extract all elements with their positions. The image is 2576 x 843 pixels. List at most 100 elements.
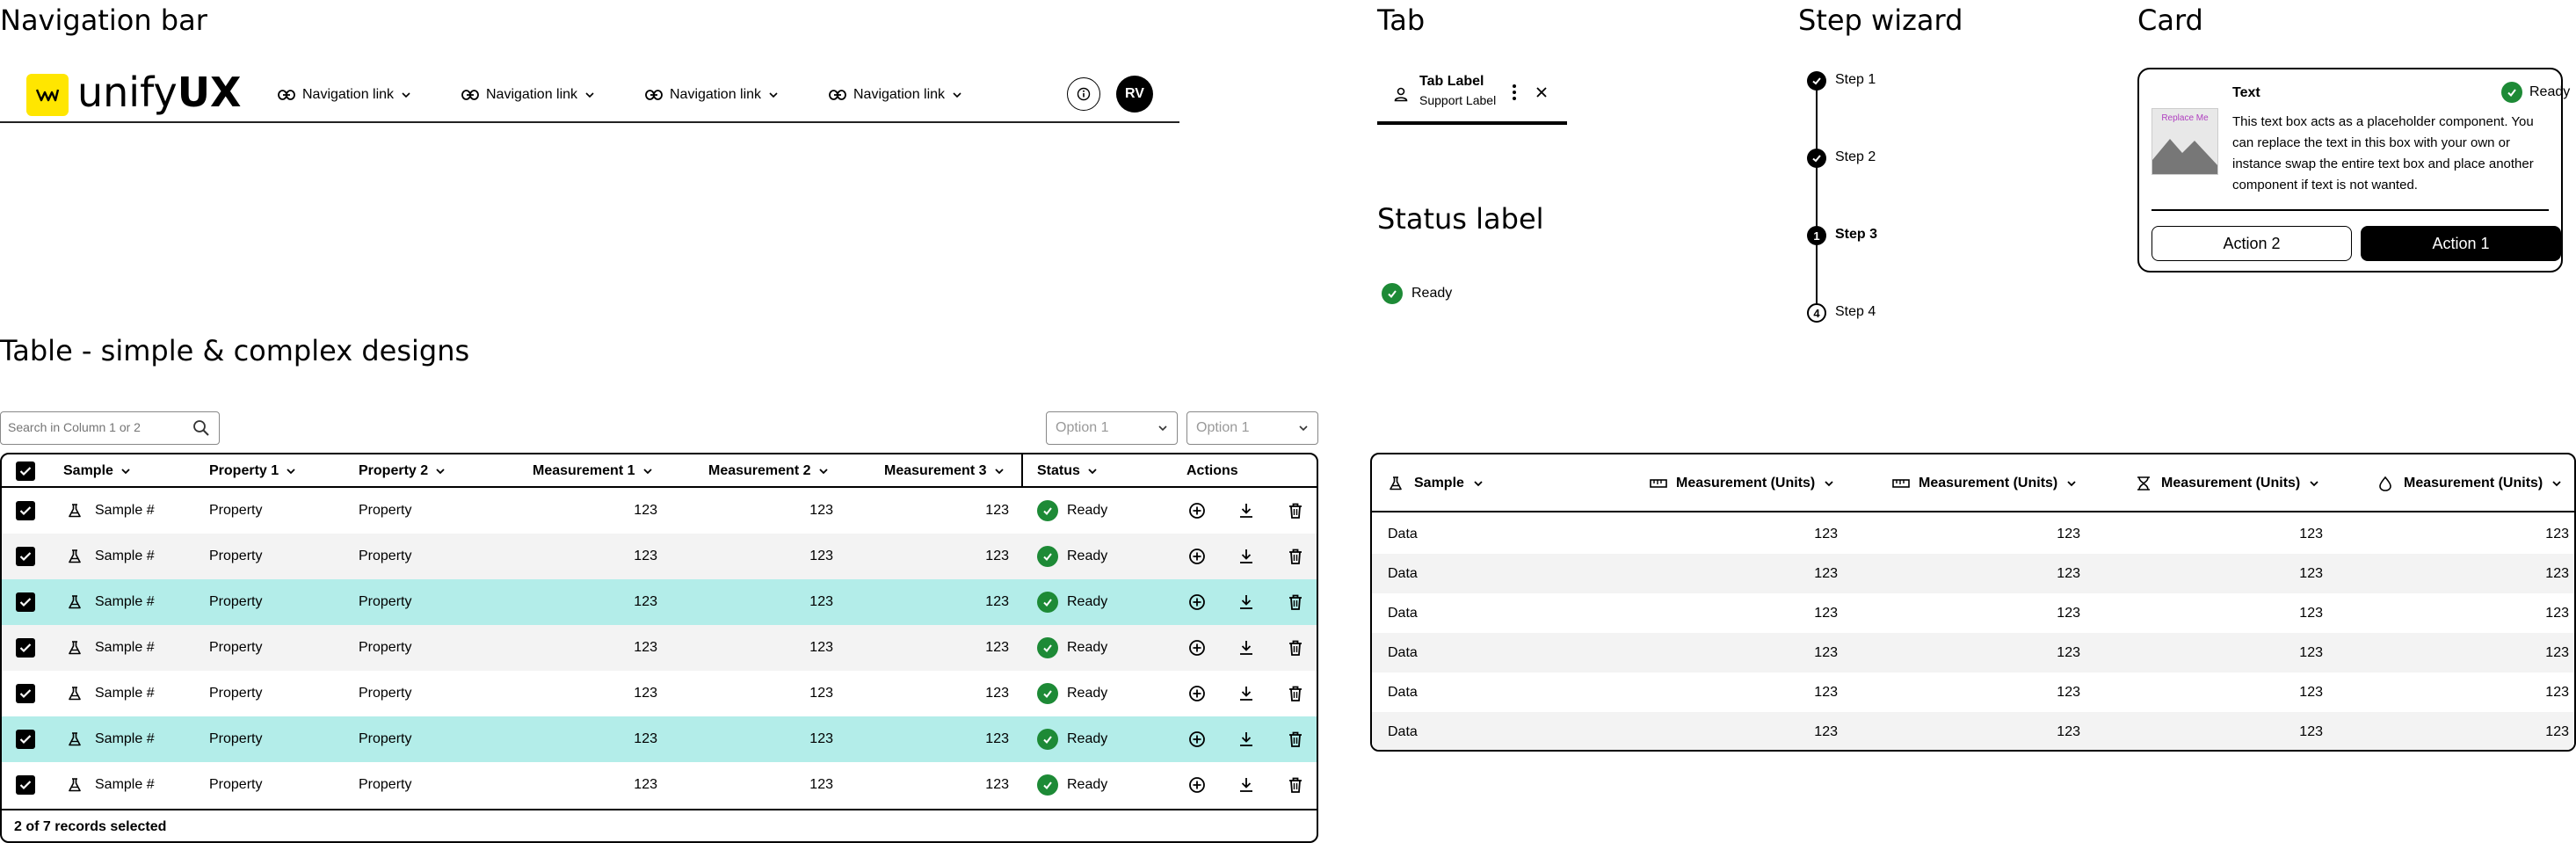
delete-button[interactable] xyxy=(1287,716,1304,762)
column-header-measurement-1[interactable]: Measurement (Units) xyxy=(1650,454,1834,512)
step-1-label[interactable]: Step 1 xyxy=(1835,72,1876,88)
table-row[interactable]: Sample # Property Property 123 123 123 Ready xyxy=(2,579,1317,625)
info-button[interactable] xyxy=(1067,77,1100,111)
row-checkbox[interactable] xyxy=(16,534,35,579)
delete-button[interactable] xyxy=(1287,534,1304,579)
column-header-measurement-3[interactable]: Measurement 3 xyxy=(884,454,1005,488)
row-checkbox[interactable] xyxy=(16,579,35,625)
table-row[interactable]: Data 123 123 123 123 xyxy=(1372,593,2574,633)
check-circle-icon xyxy=(1382,283,1403,304)
add-button[interactable] xyxy=(1188,625,1206,671)
filter-select-2[interactable]: Option 1 xyxy=(1186,411,1318,445)
row-checkbox[interactable] xyxy=(16,671,35,716)
download-button[interactable] xyxy=(1237,625,1255,671)
checkbox-checked-icon xyxy=(16,501,35,520)
table-row[interactable]: Sample # Property Property 123 123 123 Ready xyxy=(2,671,1317,716)
status-cell: Ready xyxy=(1037,625,1107,671)
nav-link-1[interactable]: Navigation link xyxy=(278,84,411,105)
search-icon[interactable] xyxy=(192,419,210,437)
checkbox-checked-icon xyxy=(16,638,35,658)
check-icon xyxy=(19,506,32,516)
step-2-label[interactable]: Step 2 xyxy=(1835,149,1876,165)
select-all-checkbox[interactable] xyxy=(16,454,35,488)
link-icon xyxy=(829,90,846,100)
row-checkbox[interactable] xyxy=(16,762,35,808)
tab-item[interactable]: Tab Label Support Label xyxy=(1377,69,1567,125)
logo-wordmark[interactable]: unifyUX xyxy=(77,69,242,116)
add-button[interactable] xyxy=(1188,488,1206,534)
download-button[interactable] xyxy=(1237,579,1255,625)
step-2-check-icon[interactable] xyxy=(1807,149,1826,168)
download-button[interactable] xyxy=(1237,488,1255,534)
delete-button[interactable] xyxy=(1287,625,1304,671)
user-avatar[interactable]: RV xyxy=(1116,76,1153,113)
table-row[interactable]: Data 123 123 123 123 xyxy=(1372,633,2574,672)
search-input[interactable] xyxy=(6,419,185,435)
step-4-indicator[interactable]: 4 xyxy=(1807,303,1826,323)
column-header-sample[interactable]: Sample xyxy=(63,454,131,488)
action-1-button[interactable]: Action 1 xyxy=(2361,226,2561,261)
delete-button[interactable] xyxy=(1287,579,1304,625)
download-button[interactable] xyxy=(1237,671,1255,716)
trash-icon xyxy=(1289,777,1302,793)
check-circle-icon xyxy=(1037,729,1058,750)
delete-button[interactable] xyxy=(1287,762,1304,808)
delete-button[interactable] xyxy=(1287,671,1304,716)
drop-icon xyxy=(2379,476,2391,491)
column-header-measurement-4[interactable]: Measurement (Units) xyxy=(2377,454,2562,512)
table-row[interactable]: Data 123 123 123 123 xyxy=(1372,554,2574,593)
close-icon[interactable] xyxy=(1535,86,1548,98)
data-cell: Data xyxy=(1388,565,1418,581)
filter-select-1[interactable]: Option 1 xyxy=(1046,411,1178,445)
nav-link-3[interactable]: Navigation link xyxy=(645,84,779,105)
measurement-3-cell: 123 xyxy=(985,686,1009,701)
add-button[interactable] xyxy=(1188,716,1206,762)
column-header-label: Measurement (Units) xyxy=(2161,476,2301,491)
measurement-2-cell: 123 xyxy=(809,503,833,518)
add-button[interactable] xyxy=(1188,671,1206,716)
table-row[interactable]: Sample # Property Property 123 123 123 Ready xyxy=(2,534,1317,579)
add-button[interactable] xyxy=(1188,762,1206,808)
download-button[interactable] xyxy=(1237,716,1255,762)
status-text: Ready xyxy=(1067,731,1108,746)
more-vertical-icon[interactable] xyxy=(1511,83,1518,102)
table-row[interactable]: Data 123 123 123 123 xyxy=(1372,712,2574,750)
column-header-measurement-2[interactable]: Measurement 2 xyxy=(708,454,829,488)
column-header-sample[interactable]: Sample xyxy=(1388,454,1484,512)
add-button[interactable] xyxy=(1188,534,1206,579)
step-3-indicator[interactable]: 1 xyxy=(1807,226,1826,245)
data-cell: Data xyxy=(1388,526,1418,541)
column-header-status[interactable]: Status xyxy=(1037,454,1098,488)
measurement-cell: 123 xyxy=(2299,565,2323,581)
action-2-button[interactable]: Action 2 xyxy=(2152,226,2352,261)
logo-mark-icon[interactable] xyxy=(26,74,69,116)
step-3-label[interactable]: Step 3 xyxy=(1835,227,1877,243)
table-row[interactable]: Sample # Property Property 123 123 123 Ready xyxy=(2,488,1317,534)
nav-link-2[interactable]: Navigation link xyxy=(461,84,595,105)
row-checkbox[interactable] xyxy=(16,716,35,762)
add-button[interactable] xyxy=(1188,579,1206,625)
download-button[interactable] xyxy=(1237,762,1255,808)
column-header-property-1[interactable]: Property 1 xyxy=(209,454,296,488)
measurement-cell: 123 xyxy=(2299,684,2323,700)
row-checkbox[interactable] xyxy=(16,625,35,671)
table-row[interactable]: Sample # Property Property 123 123 123 Ready xyxy=(2,716,1317,762)
flask-icon xyxy=(69,732,81,746)
checkbox-checked-icon xyxy=(16,684,35,703)
column-header-measurement-1[interactable]: Measurement 1 xyxy=(533,454,653,488)
nav-link-4[interactable]: Navigation link xyxy=(829,84,962,105)
table-row[interactable]: Data 123 123 123 123 xyxy=(1372,514,2574,554)
step-4-label[interactable]: Step 4 xyxy=(1835,304,1876,320)
column-header-measurement-2[interactable]: Measurement (Units) xyxy=(1892,454,2077,512)
delete-button[interactable] xyxy=(1287,488,1304,534)
row-checkbox[interactable] xyxy=(16,488,35,534)
table-row[interactable]: Data 123 123 123 123 xyxy=(1372,672,2574,712)
table-row[interactable]: Sample # Property Property 123 123 123 Ready xyxy=(2,762,1317,808)
step-1-check-icon[interactable] xyxy=(1807,71,1826,91)
hourglass-icon xyxy=(2137,476,2150,491)
download-button[interactable] xyxy=(1237,534,1255,579)
table-row[interactable]: Sample # Property Property 123 123 123 Ready xyxy=(2,625,1317,671)
column-header-measurement-3[interactable]: Measurement (Units) xyxy=(2135,454,2319,512)
column-header-property-2[interactable]: Property 2 xyxy=(359,454,446,488)
status-text: Ready xyxy=(1067,640,1108,655)
